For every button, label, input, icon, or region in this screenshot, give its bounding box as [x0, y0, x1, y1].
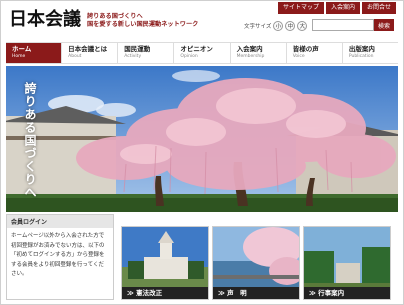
- banner-label: ≫ 声 明: [213, 287, 299, 299]
- tagline: 誇りある国づくりへ 国を愛する新しい国民運動ネットワーク: [87, 13, 198, 29]
- contact-link[interactable]: お問合せ: [361, 2, 396, 14]
- nav-item-sublabel: Activity: [124, 54, 142, 59]
- nav-item-label: 入会案内: [236, 45, 263, 53]
- nav-item-about[interactable]: 日本会議とは About: [61, 43, 117, 63]
- font-size-medium-button[interactable]: 中: [285, 21, 296, 31]
- tagline-line-2: 国を愛する新しい国民運動ネットワーク: [87, 21, 199, 28]
- sitemap-link[interactable]: サイトマップ: [277, 2, 324, 14]
- nav-item-sublabel: About: [68, 54, 82, 59]
- site-logo[interactable]: 日本会議: [9, 9, 81, 31]
- nav-item-sublabel: Voice: [292, 54, 305, 59]
- banner-label: ≫ 行事案内: [304, 287, 390, 299]
- font-size-control: 文字サイズ 小 中 大: [244, 21, 308, 31]
- nav-item-label: 出版案内: [348, 45, 375, 53]
- banner-label: ≫ 憲法改正: [122, 287, 208, 299]
- nav-item-home[interactable]: ホーム Home: [6, 43, 62, 63]
- font-size-large-button[interactable]: 大: [297, 21, 308, 31]
- nav-item-label: 皆様の声: [292, 45, 319, 53]
- font-size-label: 文字サイズ: [244, 24, 272, 30]
- nav-item-publication[interactable]: 出版案内 Publication: [341, 43, 398, 63]
- nav-item-label: オピニオン: [180, 45, 213, 53]
- cherry-tree-illustration: [6, 66, 398, 212]
- banner-constitution[interactable]: ≫ 憲法改正: [121, 226, 209, 300]
- nav-item-sublabel: Publication: [348, 54, 374, 59]
- nav-item-membership[interactable]: 入会案内 Membership: [229, 43, 286, 63]
- main-nav: ホーム Home 日本会議とは About 国民運動 Activity オピニオ…: [6, 42, 398, 64]
- nav-item-activity[interactable]: 国民運動 Activity: [117, 43, 173, 63]
- hero-image: 誇りある国づくりへ: [6, 66, 398, 212]
- font-size-small-button[interactable]: 小: [273, 21, 284, 31]
- nav-item-opinion[interactable]: オピニオン Opinion: [173, 43, 229, 63]
- hero-vertical-text: 誇りある国づくりへ: [23, 82, 37, 199]
- search-input[interactable]: [312, 19, 374, 31]
- login-description: ホームページ以外から入会された方で初回登録がお済みでない方は、以下の「初めてログ…: [11, 233, 105, 277]
- search-box: 検索: [312, 19, 394, 31]
- tagline-line-1: 誇りある国づくりへ: [87, 13, 143, 20]
- join-link[interactable]: 入会案内: [325, 2, 360, 14]
- login-title: 会員ログイン: [7, 215, 113, 228]
- member-login-box: 会員ログイン ホームページ以外から入会された方で初回登録がお済みでない方は、以下…: [6, 214, 114, 300]
- nav-item-sublabel: Home: [12, 54, 26, 59]
- nav-item-label: 日本会議とは: [68, 45, 108, 53]
- search-button[interactable]: 検索: [374, 19, 394, 31]
- nav-item-voice[interactable]: 皆様の声 Voice: [285, 43, 342, 63]
- top-links: サイトマップ 入会案内 お問合せ: [277, 2, 396, 14]
- nav-item-label: ホーム: [12, 45, 32, 53]
- banner-statement[interactable]: ≫ 声 明: [212, 226, 300, 300]
- nav-item-sublabel: Membership: [236, 54, 265, 59]
- nav-item-sublabel: Opinion: [180, 54, 198, 59]
- banner-events[interactable]: ≫ 行事案内: [303, 226, 391, 300]
- nav-item-label: 国民運動: [124, 45, 151, 53]
